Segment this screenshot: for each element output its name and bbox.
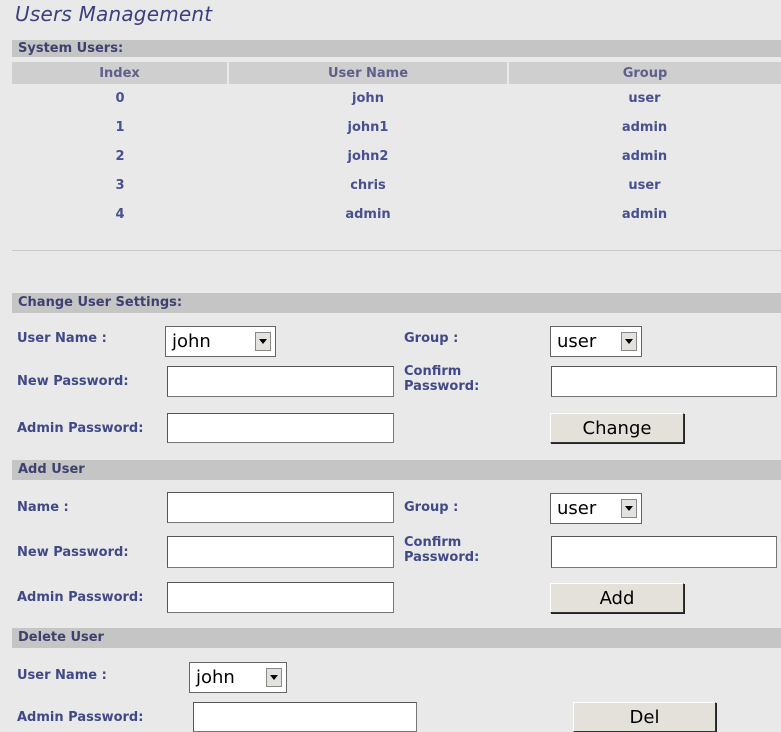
table-row: 0 john user [12,84,781,113]
change-group-label: Group : [404,331,459,346]
delete-admin-password-input[interactable] [193,702,417,732]
delete-user-header: Delete User [12,628,781,648]
del-button[interactable]: Del [573,702,716,732]
chevron-down-icon[interactable] [621,499,637,518]
cell-group: admin [621,207,668,222]
change-new-password-input[interactable] [167,366,394,397]
add-confirm-password-label-line2: Password: [404,550,480,565]
change-confirm-password-label: Confirm Password: [404,364,479,394]
delete-admin-password-label: Admin Password: [17,710,144,725]
delete-user-name-label: User Name : [17,668,107,683]
chevron-down-icon[interactable] [255,332,271,351]
cell-index: 2 [115,149,125,164]
cell-index: 4 [115,207,125,222]
change-confirm-password-input[interactable] [551,366,777,397]
cell-index: 1 [115,120,125,135]
add-group-select[interactable]: user [550,493,642,524]
users-table: Index User Name Group 0 john user 1 john… [12,62,781,229]
add-new-password-input[interactable] [167,536,394,568]
change-user-name-label: User Name : [17,331,107,346]
change-admin-password-input[interactable] [167,413,394,443]
delete-user-name-select-value: john [196,667,235,688]
cell-user-name: chris [350,178,386,193]
add-name-label: Name : [17,500,69,515]
cell-user-name: john1 [347,120,389,135]
table-row: 3 chris user [12,171,781,200]
change-admin-password-label: Admin Password: [17,421,144,436]
add-button[interactable]: Add [550,583,684,613]
add-admin-password-input[interactable] [167,582,394,613]
column-header-group: Group [508,62,781,84]
add-user-header: Add User [12,460,781,480]
cell-group: admin [621,149,668,164]
add-admin-password-label: Admin Password: [17,590,144,605]
add-confirm-password-label-line1: Confirm [404,535,462,550]
chevron-down-icon[interactable] [266,668,282,687]
cell-group: user [628,91,661,106]
column-header-user-name: User Name [228,62,509,84]
delete-user-name-select[interactable]: john [189,662,287,693]
table-row: 2 john2 admin [12,142,781,171]
add-confirm-password-input[interactable] [551,536,777,568]
add-group-label: Group : [404,500,459,515]
cell-index: 0 [115,91,125,106]
cell-user-name: john [352,91,384,106]
cell-index: 3 [115,178,125,193]
cell-group: user [628,178,661,193]
change-group-select[interactable]: user [550,326,642,357]
add-name-input[interactable] [167,492,394,523]
add-group-select-value: user [557,498,597,519]
cell-group: admin [621,120,668,135]
system-users-header: System Users: [12,40,781,57]
change-user-name-select-value: john [172,331,211,352]
add-new-password-label: New Password: [17,545,129,560]
change-user-name-select[interactable]: john [165,326,276,357]
chevron-down-icon[interactable] [621,332,637,351]
cell-user-name: john2 [347,149,389,164]
section-divider [12,250,781,251]
change-confirm-password-label-line1: Confirm [404,364,462,379]
users-table-header-row: Index User Name Group [12,62,781,84]
change-button[interactable]: Change [550,413,684,443]
column-header-index: Index [12,62,229,84]
change-user-settings-header: Change User Settings: [12,293,781,313]
page-title: Users Management [15,2,213,26]
change-group-select-value: user [557,331,597,352]
change-new-password-label: New Password: [17,374,129,389]
cell-user-name: admin [345,207,391,222]
add-confirm-password-label: Confirm Password: [404,535,479,565]
change-confirm-password-label-line2: Password: [404,379,480,394]
table-row: 1 john1 admin [12,113,781,142]
table-row: 4 admin admin [12,200,781,229]
